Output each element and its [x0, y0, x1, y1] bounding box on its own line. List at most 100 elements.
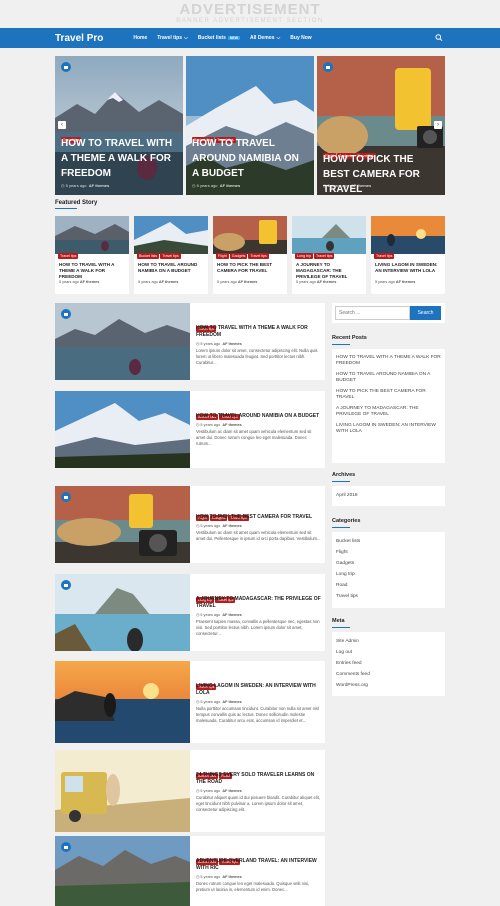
post-excerpt: Curabitur aliquet quam id dui posuere bl…	[196, 795, 321, 812]
post-author[interactable]: AF themes	[222, 613, 241, 617]
card-title[interactable]: A JOURNEY TO MADAGASCAR: THE PRIVILEGE O…	[296, 262, 363, 280]
archive-link[interactable]: April 2018	[332, 490, 445, 501]
search-icon[interactable]	[435, 33, 443, 43]
search-input[interactable]	[335, 306, 410, 320]
post-author[interactable]: AF themes	[80, 280, 99, 284]
menu-item-bucket-lists[interactable]: Bucket lists NEW	[198, 35, 241, 41]
post-title[interactable]: HOW TO TRAVEL WITH A THEME A WALK FOR FR…	[196, 325, 321, 339]
post-image[interactable]	[55, 574, 190, 651]
categories-widget: Bucket lists Flight Gadgets Long trip Ro…	[332, 532, 445, 608]
category-link[interactable]: Gadgets	[332, 558, 445, 569]
category-link[interactable]: Road	[332, 580, 445, 591]
post-author[interactable]: AF themes	[238, 280, 257, 284]
category-link[interactable]: Travel tips	[332, 591, 445, 602]
post-title[interactable]: HOW TO TRAVEL AROUND NAMIBIA ON A BUDGET	[196, 413, 321, 420]
category-link[interactable]: Bucket lists	[332, 536, 445, 547]
featured-card[interactable]: Flight Gadgets Travel tips HOW TO PICK THE…	[213, 216, 287, 294]
category-badge[interactable]: Long trip	[295, 253, 313, 259]
category-badge[interactable]: Travel tips	[58, 253, 79, 259]
chevron-down-icon: ⌵	[184, 35, 188, 41]
post-title[interactable]: A JOURNEY TO MADAGASCAR: THE PRIVILEGE O…	[196, 596, 321, 610]
post-author[interactable]: AF themes	[222, 700, 241, 704]
recent-post-link[interactable]: HOW TO TRAVEL WITH A THEME A WALK FOR FR…	[332, 355, 445, 367]
category-badge[interactable]: Flight	[216, 253, 229, 259]
category-link[interactable]: Long trip	[332, 569, 445, 580]
recent-post-link[interactable]: HOW TO TRAVEL AROUND NAMIBIA ON A BUDGET	[332, 372, 445, 384]
post-excerpt: Vestibulum ac diam sit amet quam vehicul…	[196, 429, 312, 446]
post-author[interactable]: AF themes	[159, 280, 178, 284]
post-date: 5 years ago	[296, 280, 316, 284]
menu-item-all-demos[interactable]: All Demos ⌵	[250, 35, 280, 41]
site-logo[interactable]: Travel Pro	[55, 33, 103, 44]
menu-item-travel-tips[interactable]: Travel tips ⌵	[157, 35, 188, 41]
meta-link[interactable]: Entries feed	[332, 658, 445, 669]
card-title[interactable]: HOW TO TRAVEL WITH A THEME A WALK FOR FR…	[59, 262, 126, 280]
slide-title[interactable]: HOW TO PICK THE BEST CAMERA FOR TRAVEL	[323, 152, 439, 195]
post-image[interactable]	[55, 836, 190, 906]
featured-card[interactable]: Travel tips HOW TO TRAVEL WITH A THEME A…	[55, 216, 129, 294]
featured-card[interactable]: Long trip Travel tips A JOURNEY TO MADAGA…	[292, 216, 366, 294]
category-badge[interactable]: Bucket lists	[137, 253, 160, 259]
category-badge[interactable]: Travel tips	[314, 253, 335, 259]
card-title[interactable]: HOW TO TRAVEL AROUND NAMIBIA ON A BUDGET	[138, 262, 205, 274]
post-card[interactable]: Travel tips LIVING LAGOM IN SWEDEN: AN I…	[55, 661, 325, 743]
post-author[interactable]: AF themes	[220, 183, 240, 188]
post-image[interactable]	[55, 486, 190, 563]
meta-link[interactable]: WordPress.org	[332, 680, 445, 691]
card-categories: Flight Gadgets Travel tips	[216, 244, 270, 262]
post-author[interactable]: AF themes	[222, 342, 241, 346]
category-badge[interactable]: Gadgets	[229, 253, 248, 259]
clock-icon: ◷	[61, 183, 65, 188]
meta-link[interactable]: Comments feed	[332, 669, 445, 680]
chevron-left-icon[interactable]: ‹	[58, 121, 66, 129]
slide[interactable]: Bucket lists Travel tips HOW TO TRAVEL AR…	[186, 56, 314, 195]
meta-link[interactable]: Site Admin	[332, 636, 445, 647]
post-card[interactable]: Long trip Travel tips A JOURNEY TO MADAGA…	[55, 574, 325, 651]
category-badge[interactable]: Travel tips	[248, 253, 269, 259]
slide-title[interactable]: HOW TO TRAVEL AROUND NAMIBIA ON A BUDGET	[192, 136, 308, 181]
slide-title[interactable]: HOW TO TRAVEL WITH A THEME A WALK FOR FR…	[61, 136, 177, 181]
category-badge[interactable]: Travel tips	[160, 253, 181, 259]
post-title[interactable]: 24 THINGS EVERY SOLO TRAVELER LEARNS ON …	[196, 772, 321, 786]
post-card[interactable]: Bucket lists Road 24 THINGS EVERY SOLO TR…	[55, 750, 325, 832]
post-image[interactable]	[55, 750, 190, 832]
menu-item-buy-now[interactable]: Buy Now	[290, 35, 311, 41]
post-author[interactable]: AF themes	[396, 280, 415, 284]
ad-banner[interactable]: ADVERTISEMENT BANNER ADVERTISEMENT SECTI…	[0, 0, 500, 28]
slide-meta: ◷ 5 years ago AF themes	[61, 183, 109, 188]
post-title[interactable]: HOW TO PICK THE BEST CAMERA FOR TRAVEL	[196, 514, 321, 521]
post-author[interactable]: AF themes	[222, 789, 241, 793]
chevron-right-icon[interactable]: ›	[434, 121, 442, 129]
recent-post-link[interactable]: HOW TO PICK THE BEST CAMERA FOR TRAVEL	[332, 389, 445, 401]
post-card[interactable]: Bucket lists Travel tips ADVENTURE OVERLA…	[55, 836, 325, 906]
search-button[interactable]: Search	[410, 306, 441, 320]
category-link[interactable]: Flight	[332, 547, 445, 558]
post-author[interactable]: AF themes	[222, 423, 241, 427]
recent-post-link[interactable]: LIVING LAGOM IN SWEDEN: AN INTERVIEW WIT…	[332, 423, 445, 435]
post-title[interactable]: LIVING LAGOM IN SWEDEN: AN INTERVIEW WIT…	[196, 683, 321, 697]
post-card[interactable]: Flight Gadgets Travel tips HOW TO PICK THE…	[55, 486, 325, 563]
card-title[interactable]: LIVING LAGOM IN SWEDEN: AN INTERVIEW WIT…	[375, 262, 442, 274]
recent-post-link[interactable]: A JOURNEY TO MADAGASCAR: THE PRIVILEGE O…	[332, 406, 445, 418]
card-title[interactable]: HOW TO PICK THE BEST CAMERA FOR TRAVEL	[217, 262, 284, 274]
slide[interactable]: Travel tips HOW TO TRAVEL WITH A THEME A…	[55, 56, 183, 195]
featured-card[interactable]: Bucket lists Travel tips HOW TO TRAVEL AR…	[134, 216, 208, 294]
post-author[interactable]: AF themes	[351, 183, 371, 188]
clock-icon: ◷	[192, 183, 196, 188]
post-author[interactable]: AF themes	[317, 280, 336, 284]
post-card[interactable]: Travel tips HOW TO TRAVEL WITH A THEME A…	[55, 303, 325, 380]
post-title[interactable]: ADVENTURE OVERLAND TRAVEL: AN INTERVIEW …	[196, 858, 321, 872]
featured-card[interactable]: Travel tips LIVING LAGOM IN SWEDEN: AN I…	[371, 216, 445, 294]
slide[interactable]: Flight Gadgets Travel tips HOW TO PICK THE…	[317, 56, 445, 195]
post-date: 5 years ago	[200, 524, 221, 528]
post-author[interactable]: AF themes	[89, 183, 109, 188]
post-image[interactable]	[55, 391, 190, 468]
post-image[interactable]	[55, 303, 190, 380]
post-image[interactable]	[55, 661, 190, 743]
post-card[interactable]: Bucket lists Travel tips HOW TO TRAVEL AR…	[55, 391, 325, 468]
meta-link[interactable]: Log out	[332, 647, 445, 658]
post-author[interactable]: AF themes	[222, 524, 241, 528]
post-author[interactable]: AF themes	[222, 875, 241, 879]
menu-item-home[interactable]: Home	[133, 35, 147, 41]
category-badge[interactable]: Travel tips	[374, 253, 395, 259]
